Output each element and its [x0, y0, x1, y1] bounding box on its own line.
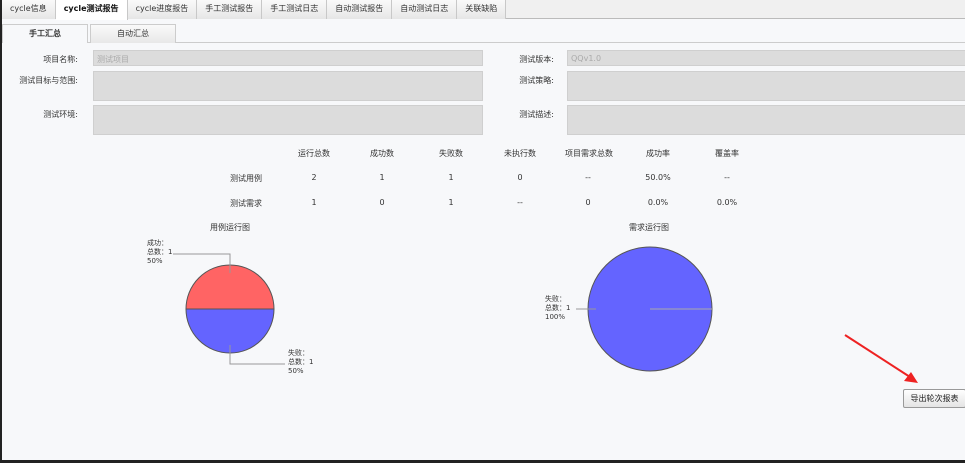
pie-charts: 成功：总数：1 50%失败：总数：1 50%失败：总数：1 100%: [147, 238, 918, 383]
slice-label: 成功：: [147, 238, 168, 247]
slice-label: 50%: [288, 367, 304, 375]
slice-label: 失败：: [545, 294, 566, 303]
slice-label: 总数：1: [545, 303, 570, 312]
slice-label: 失败：: [288, 348, 309, 357]
export-cycle-report-button[interactable]: 导出轮次报表: [903, 389, 965, 408]
slice-label: 50%: [147, 257, 163, 265]
slice-label: 100%: [545, 313, 565, 321]
slice-label: 总数：1: [288, 357, 313, 366]
slice-label: 总数：1: [147, 247, 172, 256]
annotation-arrow-icon: [844, 334, 911, 378]
